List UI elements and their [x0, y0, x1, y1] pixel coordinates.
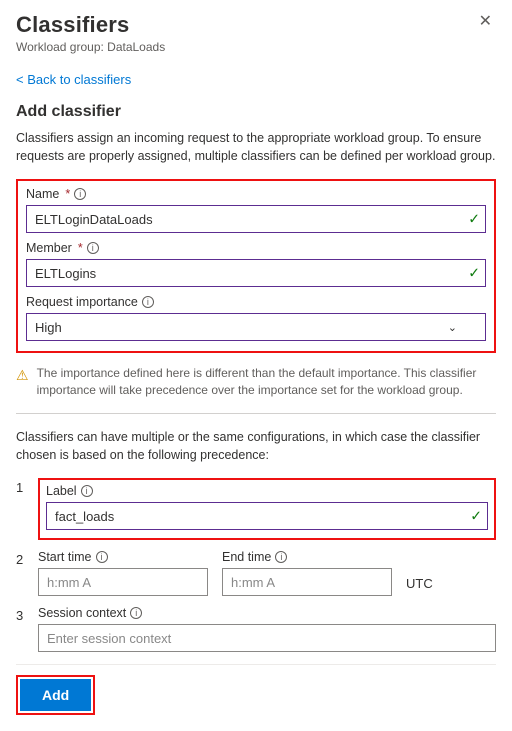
session-context-input[interactable] — [38, 624, 496, 652]
end-time-input[interactable] — [222, 568, 392, 596]
info-icon[interactable]: i — [81, 485, 93, 497]
divider — [16, 413, 496, 414]
add-classifier-heading: Add classifier — [16, 103, 496, 121]
importance-warning: ⚠ The importance defined here is differe… — [16, 365, 496, 399]
session-context-label: Session context i — [38, 606, 496, 620]
member-input[interactable] — [26, 259, 486, 287]
name-input[interactable] — [26, 205, 486, 233]
start-time-input[interactable] — [38, 568, 208, 596]
label-field-label: Label i — [46, 484, 488, 498]
info-icon[interactable]: i — [275, 551, 287, 563]
precedence-number: 2 — [16, 550, 26, 567]
importance-label: Request importance i — [26, 295, 486, 309]
importance-select[interactable]: High ⌄ — [26, 313, 486, 341]
info-icon[interactable]: i — [87, 242, 99, 254]
back-to-classifiers-link[interactable]: < Back to classifiers — [16, 72, 131, 87]
label-input[interactable] — [46, 502, 488, 530]
info-icon[interactable]: i — [130, 607, 142, 619]
name-label: Name* i — [26, 187, 486, 201]
info-icon[interactable]: i — [74, 188, 86, 200]
page-title: Classifiers — [16, 12, 165, 38]
warning-icon: ⚠ — [16, 366, 29, 386]
add-classifier-desc: Classifiers assign an incoming request t… — [16, 129, 496, 165]
utc-label: UTC — [406, 576, 433, 596]
highlight-label-field: Label i ✓ — [38, 478, 496, 540]
start-time-label: Start time i — [38, 550, 208, 564]
highlight-add-button: Add — [16, 675, 95, 715]
precedence-number: 1 — [16, 478, 26, 495]
chevron-down-icon: ⌄ — [448, 321, 457, 334]
add-button[interactable]: Add — [20, 679, 91, 711]
precedence-intro: Classifiers can have multiple or the sam… — [16, 428, 496, 464]
precedence-number: 3 — [16, 606, 26, 623]
info-icon[interactable]: i — [142, 296, 154, 308]
close-icon[interactable]: ✕ — [475, 12, 496, 32]
info-icon[interactable]: i — [96, 551, 108, 563]
highlight-main-fields: Name* i ✓ Member* i ✓ Request importance… — [16, 179, 496, 353]
workload-group-subtitle: Workload group: DataLoads — [16, 40, 165, 54]
end-time-label: End time i — [222, 550, 392, 564]
member-label: Member* i — [26, 241, 486, 255]
